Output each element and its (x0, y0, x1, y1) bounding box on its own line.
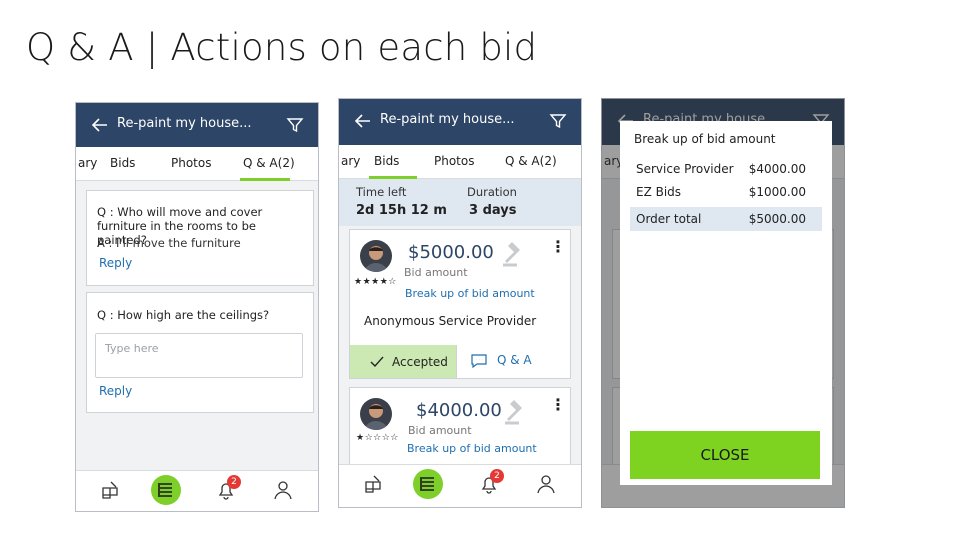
breakup-row: Service Provider $4000.00 (630, 157, 822, 181)
breakup-link[interactable]: Break up of bid amount (405, 287, 535, 300)
more-options-icon[interactable]: ⋮ (550, 397, 566, 413)
row-value: $4000.00 (748, 162, 806, 176)
profile-icon[interactable] (535, 473, 557, 495)
bid-amount: $5000.00 (408, 242, 494, 263)
bid-card: $5000.00 Bid amount ★★★★☆ Break up of bi… (349, 229, 571, 379)
rating-stars: ★☆☆☆☆ (356, 433, 399, 443)
gavel-icon (505, 400, 522, 425)
tab-qa[interactable]: Q & A(2) (243, 156, 295, 170)
tab-summary[interactable]: ary (78, 156, 97, 170)
row-label: Service Provider (636, 162, 734, 176)
back-arrow-icon[interactable] (90, 115, 110, 135)
tab-bar: ary Bids Photos Q & A(2) (76, 147, 318, 181)
tab-bids[interactable]: Bids (110, 156, 135, 170)
rating-stars: ★★★★☆ (354, 277, 397, 287)
qa-card: Q : How high are the ceilings? Type here… (86, 292, 314, 413)
bid-amount: $4000.00 (416, 400, 502, 421)
slide-title: Q & A | Actions on each bid (26, 26, 538, 69)
app-title: Re-paint my house... (380, 112, 515, 127)
notification-badge: 2 (227, 475, 241, 489)
bottom-nav: 2 (76, 470, 318, 511)
accepted-label: Accepted (392, 355, 448, 369)
list-icon[interactable] (413, 469, 443, 499)
tab-bids[interactable]: Bids (374, 154, 399, 168)
close-button[interactable]: CLOSE (630, 431, 820, 479)
qa-button-label: Q & A (497, 353, 532, 367)
avatar (360, 240, 392, 272)
reply-link[interactable]: Reply (99, 384, 132, 398)
row-label: EZ Bids (636, 185, 682, 199)
tab-qa[interactable]: Q & A(2) (505, 154, 557, 168)
breakup-link[interactable]: Break up of bid amount (407, 442, 537, 455)
qa-card: Q : Who will move and cover furniture in… (86, 190, 314, 286)
time-left-value: 2d 15h 12 m (356, 203, 447, 218)
bid-amount-label: Bid amount (404, 266, 468, 279)
filter-icon[interactable] (549, 112, 567, 130)
tab-photos[interactable]: Photos (434, 154, 474, 168)
duration-label: Duration (467, 185, 517, 199)
back-arrow-icon[interactable] (353, 111, 373, 131)
gavel-icon (503, 242, 520, 267)
breakup-row: EZ Bids $1000.00 (630, 180, 822, 204)
answer-input[interactable]: Type here (95, 333, 303, 378)
time-left-label: Time left (356, 185, 407, 199)
order-total-value: $5000.00 (748, 212, 806, 226)
order-total-row: Order total $5000.00 (630, 207, 822, 231)
check-icon (370, 356, 384, 368)
row-value: $1000.00 (748, 185, 806, 199)
bottom-nav: 2 (339, 464, 581, 507)
list-icon[interactable] (151, 475, 181, 505)
filter-icon[interactable] (286, 116, 304, 134)
qa-list: Q : Who will move and cover furniture in… (76, 181, 318, 471)
accepted-status: Accepted (350, 345, 456, 378)
avatar (360, 398, 392, 430)
tab-bar: ary Bids Photos Q & A(2) (339, 145, 581, 179)
app-bar: Re-paint my house... (339, 99, 581, 145)
bid-card: $4000.00 Bid amount ★☆☆☆☆ Break up of bi… (349, 387, 571, 467)
phone-breakup-screen: Re-paint my house... ary Break up of bid… (601, 98, 845, 508)
tab-photos[interactable]: Photos (171, 156, 211, 170)
more-options-icon[interactable]: ⋮ (550, 239, 566, 255)
qa-button[interactable]: Q & A (457, 345, 570, 378)
modal-title: Break up of bid amount (634, 132, 776, 146)
provider-name: Anonymous Service Provider (364, 314, 537, 328)
answer-input-placeholder: Type here (105, 342, 159, 355)
chat-icon (471, 354, 487, 368)
question-text: Q : How high are the ceilings? (97, 308, 270, 322)
reply-link[interactable]: Reply (99, 256, 132, 270)
breakup-modal: Break up of bid amount Service Provider … (620, 121, 832, 485)
notification-badge: 2 (490, 469, 504, 483)
bids-list: Time left 2d 15h 12 m Duration 3 days $5… (339, 179, 581, 467)
duration-value: 3 days (469, 203, 517, 218)
dashboard-icon[interactable] (363, 473, 385, 495)
phone-qa-screen: Re-paint my house... ary Bids Photos Q &… (75, 102, 319, 512)
tab-summary[interactable]: ary (341, 154, 360, 168)
bid-timing-bar: Time left 2d 15h 12 m Duration 3 days (339, 179, 581, 226)
app-bar: Re-paint my house... (76, 103, 318, 147)
answer-text: A : I'll move the furniture (97, 236, 241, 250)
order-total-label: Order total (636, 212, 702, 226)
bid-amount-label: Bid amount (408, 424, 472, 437)
dashboard-icon[interactable] (100, 479, 122, 501)
app-title: Re-paint my house... (117, 116, 252, 131)
profile-icon[interactable] (272, 479, 294, 501)
phone-bids-screen: Re-paint my house... ary Bids Photos Q &… (338, 98, 582, 508)
